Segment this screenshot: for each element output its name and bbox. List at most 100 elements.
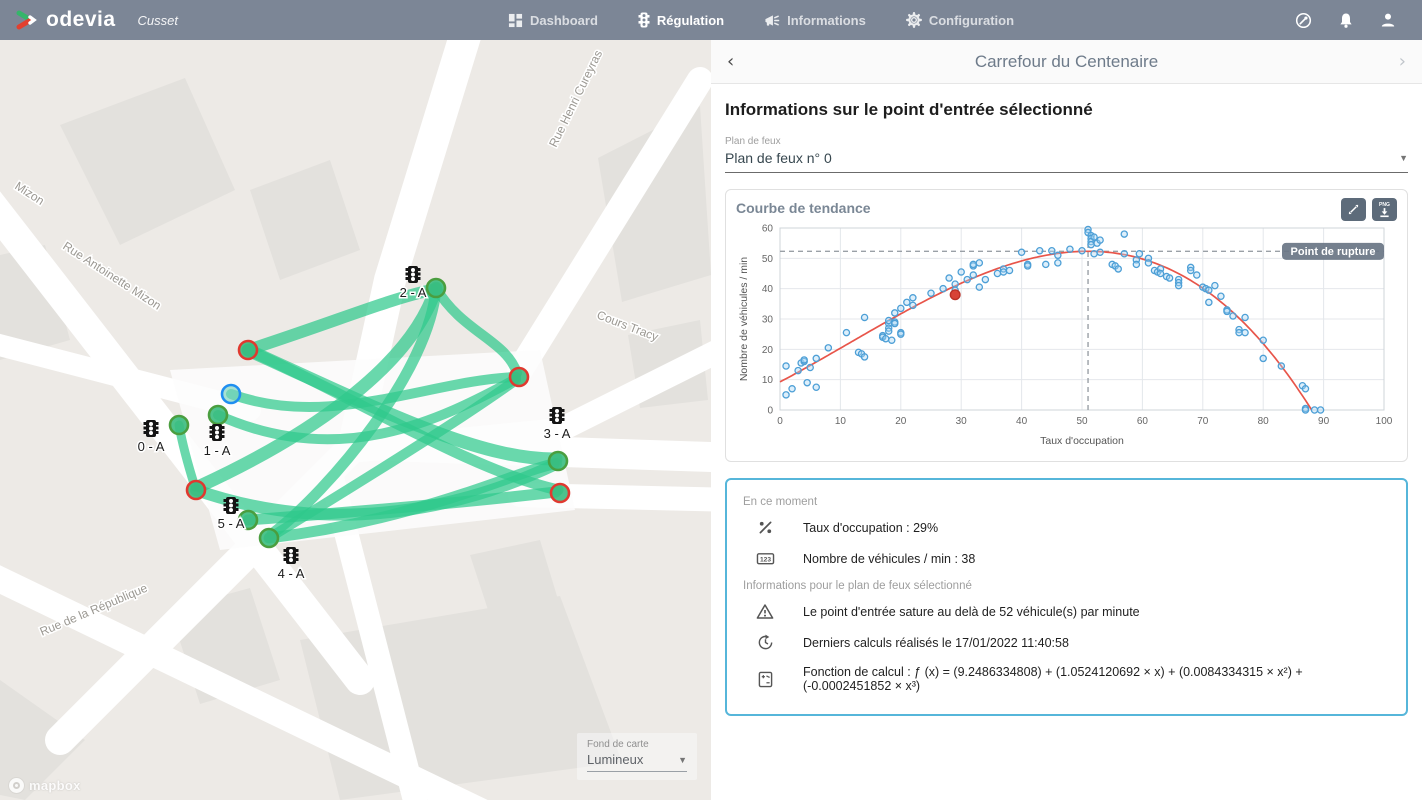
basemap-select[interactable]: Lumineux ▼: [587, 752, 687, 772]
scatter-point: [892, 320, 898, 326]
formula-text: Fonction de calcul : ƒ (x) = (9.24863348…: [803, 665, 1390, 693]
entry-point-marker-blue[interactable]: [222, 385, 240, 403]
scatter-point: [1133, 261, 1139, 267]
signal-lamp: [149, 427, 153, 431]
scatter-point: [1043, 261, 1049, 267]
signal-tab: [406, 273, 409, 276]
trend-curve-card: Courbe de tendance PNG: [725, 189, 1408, 462]
current-point: [950, 290, 960, 300]
signal-tab: [222, 435, 225, 438]
scatter-point: [892, 310, 898, 316]
scatter-point: [1000, 269, 1006, 275]
signal-lamp: [229, 504, 233, 508]
x-axis-title: Taux d'occupation: [1040, 435, 1124, 447]
signal-tab: [284, 549, 287, 552]
map-canvas[interactable]: MizonRue Antoinette MizonRue Henri Curey…: [0, 40, 711, 800]
brand-name: odevia: [46, 8, 116, 32]
signal-tab: [562, 414, 565, 417]
x-tick-label: 70: [1197, 416, 1209, 427]
nav-item-informations[interactable]: Informations: [764, 12, 866, 28]
signal-label: 5 - A: [218, 516, 245, 531]
plan-info-label: Informations pour le plan de feux sélect…: [743, 580, 1390, 592]
mapbox-wordmark: mapbox: [29, 778, 81, 793]
signal-lamp: [215, 431, 219, 435]
scatter-point: [1121, 231, 1127, 237]
download-png-icon: PNG: [1377, 201, 1392, 218]
mapbox-circle-icon: [8, 777, 25, 794]
scatter-point: [928, 290, 934, 296]
next-chevron-icon[interactable]: ›: [1386, 51, 1406, 72]
occupancy-value: Taux d'occupation : 29%: [803, 521, 938, 535]
signal-tab: [418, 273, 421, 276]
y-tick-label: 30: [762, 315, 774, 326]
scatter-point: [1145, 260, 1151, 266]
brand[interactable]: odevia: [0, 8, 116, 32]
number-123-icon: 123: [755, 550, 775, 567]
mapbox-logo[interactable]: mapbox: [8, 777, 81, 794]
expand-chart-button[interactable]: [1341, 198, 1366, 221]
x-tick-label: 60: [1137, 416, 1149, 427]
scatter-point: [898, 305, 904, 311]
back-chevron-icon[interactable]: ‹: [727, 51, 747, 72]
y-tick-label: 0: [767, 406, 773, 417]
build-circle-icon[interactable]: [1295, 12, 1312, 29]
traffic-light-icon: [638, 12, 650, 28]
signal-label: 3 - A: [544, 426, 571, 441]
signal-label: 2 - A: [400, 285, 427, 300]
scatter-point: [1055, 260, 1061, 266]
nav-item-dashboard[interactable]: Dashboard: [508, 12, 598, 28]
nav-item-regulation[interactable]: Régulation: [638, 12, 724, 28]
scatter-point: [1311, 407, 1317, 413]
last-calc-row: Derniers calculs réalisés le 17/01/2022 …: [743, 627, 1390, 658]
scatter-point: [1242, 330, 1248, 336]
entry-point-marker-green[interactable]: [170, 416, 188, 434]
signal-lamp: [555, 418, 559, 422]
scatter-point: [910, 295, 916, 301]
download-png-button[interactable]: PNG: [1372, 198, 1397, 221]
scatter-point: [910, 302, 916, 308]
entry-point-marker-red[interactable]: [510, 368, 528, 386]
expand-icon: [1347, 203, 1360, 216]
entry-point-marker-green[interactable]: [209, 406, 227, 424]
signal-tab: [284, 554, 287, 557]
entry-point-marker-green[interactable]: [549, 452, 567, 470]
scatter-point: [1188, 267, 1194, 273]
scatter-point: [958, 269, 964, 275]
map-svg: MizonRue Antoinette MizonRue Henri Curey…: [0, 40, 711, 800]
nav-label: Dashboard: [530, 13, 598, 28]
entry-point-marker-red[interactable]: [187, 481, 205, 499]
entry-point-marker-red[interactable]: [239, 341, 257, 359]
signal-lamp: [149, 431, 153, 435]
scatter-point: [1212, 283, 1218, 289]
signal-lamp: [411, 273, 415, 277]
saturation-text: Le point d'entrée sature au delà de 52 v…: [803, 605, 1140, 619]
signal-tab: [156, 427, 159, 430]
nav-item-configuration[interactable]: Configuration: [906, 12, 1014, 28]
rupture-badge-label: Point de rupture: [1291, 246, 1376, 258]
entry-point-marker-green[interactable]: [427, 279, 445, 297]
signal-label: 0 - A: [138, 439, 165, 454]
chart-title: Courbe de tendance: [736, 200, 1397, 216]
navbar-right: [1295, 12, 1422, 29]
nav-label: Informations: [787, 13, 866, 28]
signal-lamp: [289, 549, 293, 553]
signal-tab: [296, 554, 299, 557]
top-navbar: odevia Cusset Dashboard Régulation: [0, 0, 1422, 40]
signal-tab: [406, 268, 409, 271]
bell-icon[interactable]: [1338, 12, 1354, 29]
entry-point-marker-red[interactable]: [551, 484, 569, 502]
account-icon[interactable]: [1380, 12, 1396, 28]
signal-tab: [236, 508, 239, 511]
signal-tab: [224, 508, 227, 511]
x-tick-label: 40: [1016, 416, 1028, 427]
scatter-point: [1166, 275, 1172, 281]
scatter-point: [1091, 234, 1097, 240]
scatter-point: [1088, 242, 1094, 248]
signal-tab: [144, 422, 147, 425]
entry-point-marker-green[interactable]: [260, 529, 278, 547]
signal-tab: [144, 427, 147, 430]
signal-tab: [156, 422, 159, 425]
scatter-point: [1278, 363, 1284, 369]
scatter-point: [994, 270, 1000, 276]
plan-de-feux-select[interactable]: Plan de feux Plan de feux n° 0 ▼: [725, 136, 1408, 173]
